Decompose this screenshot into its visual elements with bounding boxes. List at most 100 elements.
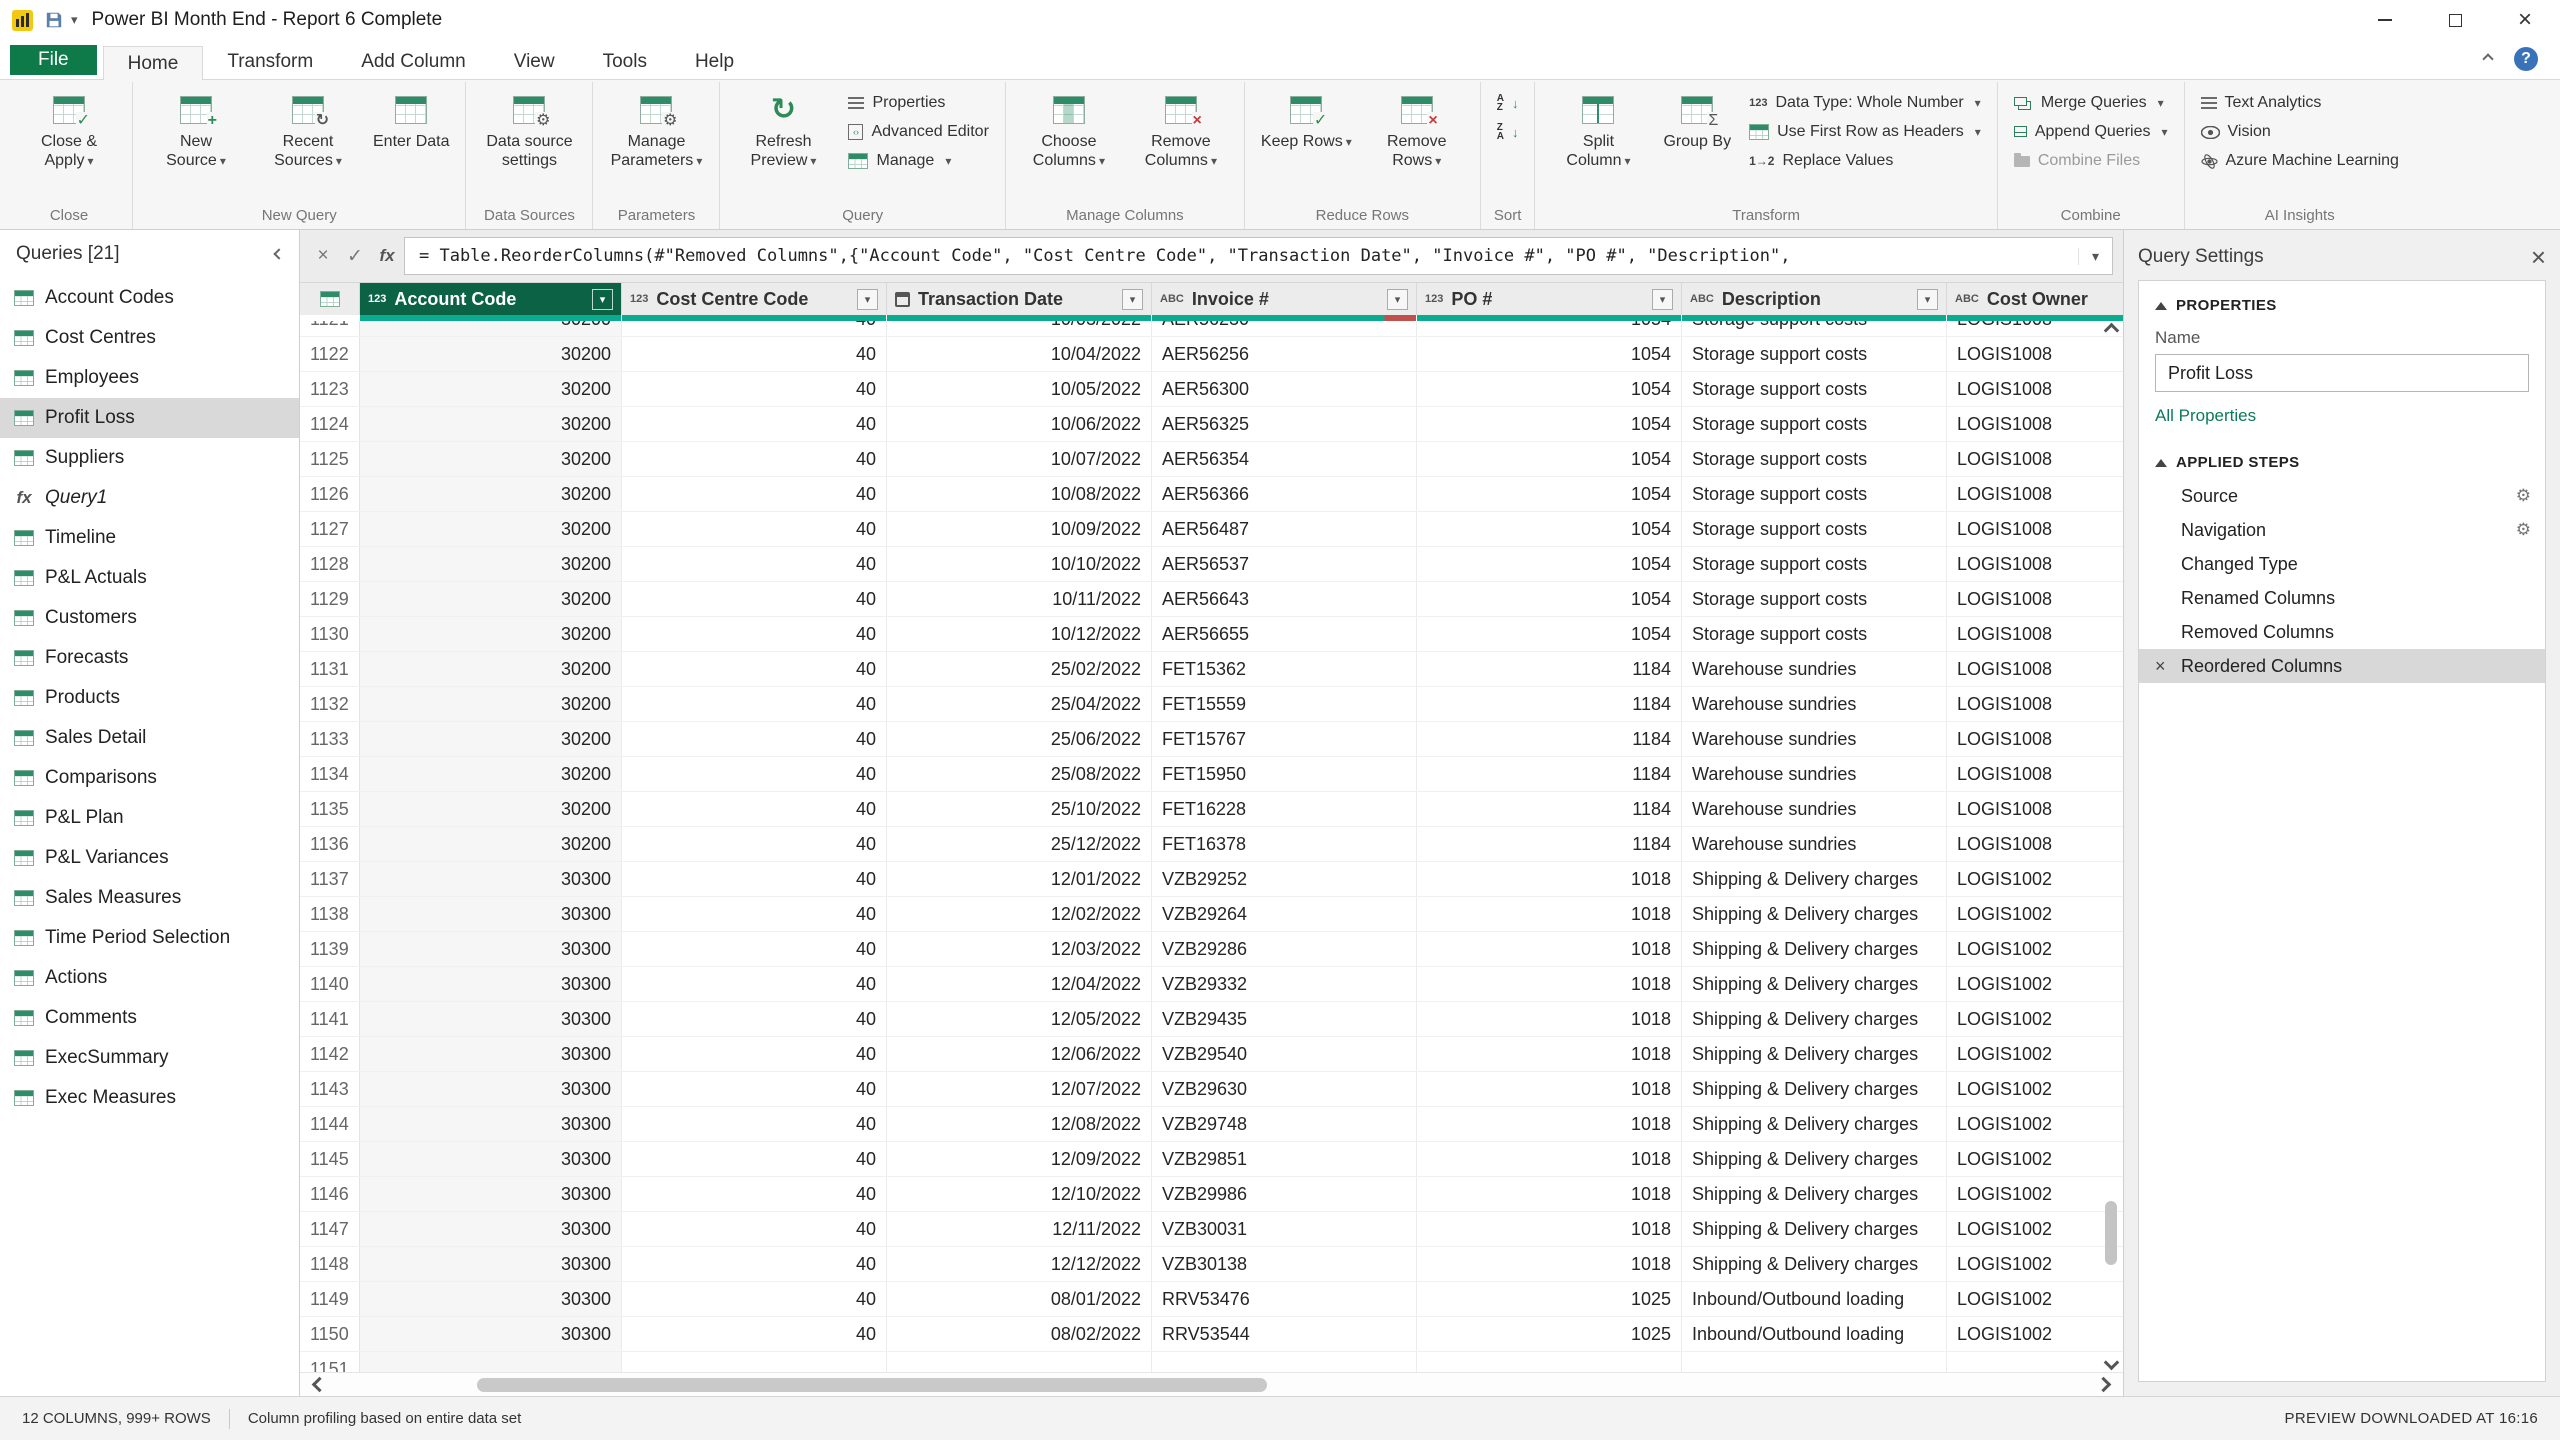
- row-number[interactable]: 1134: [300, 757, 360, 791]
- table-cell[interactable]: AER56537: [1152, 547, 1417, 581]
- ribbon-tab[interactable]: Tools: [579, 45, 671, 79]
- table-cell[interactable]: VZB30138: [1152, 1247, 1417, 1281]
- table-cell[interactable]: FET16228: [1152, 792, 1417, 826]
- filter-dropdown-icon[interactable]: ▾: [1652, 289, 1673, 310]
- table-cell[interactable]: 40: [622, 862, 887, 896]
- gear-icon[interactable]: ⚙: [2516, 486, 2531, 506]
- table-cell[interactable]: 12/05/2022: [887, 1002, 1152, 1036]
- table-cell[interactable]: Storage support costs: [1682, 407, 1947, 441]
- query-list-item[interactable]: fx Comments: [0, 998, 299, 1038]
- properties-section-header[interactable]: PROPERTIES: [2139, 297, 2545, 322]
- query-list-item[interactable]: fx P&L Actuals: [0, 558, 299, 598]
- table-cell[interactable]: AER56325: [1152, 407, 1417, 441]
- ribbon-tab[interactable]: Transform: [203, 45, 337, 79]
- table-cell[interactable]: 40: [622, 1037, 887, 1071]
- row-number[interactable]: 1132: [300, 687, 360, 721]
- choose-columns-button[interactable]: Choose Columns▾: [1014, 90, 1124, 173]
- table-cell[interactable]: Storage support costs: [1682, 477, 1947, 511]
- table-cell[interactable]: 30200: [360, 582, 622, 616]
- table-cell[interactable]: LOGIS1008: [1947, 321, 2123, 337]
- table-cell[interactable]: VZB29630: [1152, 1072, 1417, 1106]
- table-cell[interactable]: LOGIS1008: [1947, 792, 2123, 826]
- row-number[interactable]: 1146: [300, 1177, 360, 1211]
- table-cell[interactable]: VZB29264: [1152, 897, 1417, 931]
- applied-steps-section-header[interactable]: APPLIED STEPS: [2139, 448, 2545, 479]
- table-cell[interactable]: 12/01/2022: [887, 862, 1152, 896]
- row-number[interactable]: 1121: [300, 321, 360, 337]
- applied-step[interactable]: × Source ⚙: [2139, 479, 2545, 513]
- collapse-ribbon-icon[interactable]: [2482, 53, 2493, 64]
- table-cell[interactable]: Inbound/Outbound loading: [1682, 1282, 1947, 1316]
- table-cell[interactable]: [1947, 1352, 2123, 1372]
- table-cell[interactable]: 12/08/2022: [887, 1107, 1152, 1141]
- table-cell[interactable]: 40: [622, 827, 887, 861]
- row-number[interactable]: 1151: [300, 1352, 360, 1372]
- formula-commit-button[interactable]: ✓: [340, 245, 370, 268]
- ribbon-tab[interactable]: Add Column: [337, 45, 490, 79]
- table-cell[interactable]: 30300: [360, 1142, 622, 1176]
- table-cell[interactable]: AER56256: [1152, 337, 1417, 371]
- table-cell[interactable]: 1018: [1417, 1037, 1682, 1071]
- table-cell[interactable]: 40: [622, 337, 887, 371]
- table-cell[interactable]: 25/02/2022: [887, 652, 1152, 686]
- table-cell[interactable]: 40: [622, 512, 887, 546]
- table-cell[interactable]: LOGIS1002: [1947, 1177, 2123, 1211]
- new-source-button[interactable]: New Source▾: [141, 90, 251, 173]
- table-cell[interactable]: LOGIS1002: [1947, 1282, 2123, 1316]
- table-cell[interactable]: LOGIS1008: [1947, 757, 2123, 791]
- table-cell[interactable]: FET16378: [1152, 827, 1417, 861]
- table-cell[interactable]: 40: [622, 687, 887, 721]
- gear-icon[interactable]: ⚙: [2516, 520, 2531, 540]
- ribbon-tab[interactable]: View: [490, 45, 579, 79]
- table-cell[interactable]: 30300: [360, 1177, 622, 1211]
- table-cell[interactable]: 40: [622, 582, 887, 616]
- formula-cancel-button[interactable]: ×: [308, 245, 338, 267]
- data-type-button[interactable]: 123 Data Type: Whole Number▾: [1741, 92, 1989, 114]
- filter-dropdown-icon[interactable]: ▾: [1917, 289, 1938, 310]
- table-cell[interactable]: VZB30031: [1152, 1212, 1417, 1246]
- table-cell[interactable]: Warehouse sundries: [1682, 827, 1947, 861]
- applied-step[interactable]: × Reordered Columns ⚙: [2139, 649, 2545, 683]
- column-header[interactable]: 123Account Code▾: [360, 283, 622, 315]
- table-cell[interactable]: 1184: [1417, 827, 1682, 861]
- table-cell[interactable]: [887, 1352, 1152, 1372]
- table-cell[interactable]: [622, 1352, 887, 1372]
- refresh-preview-button[interactable]: ↻ Refresh Preview▾: [728, 90, 838, 173]
- table-cell[interactable]: 1025: [1417, 1317, 1682, 1351]
- table-cell[interactable]: VZB29986: [1152, 1177, 1417, 1211]
- column-header[interactable]: ABCInvoice #▾: [1152, 283, 1417, 315]
- quick-access-dropdown-icon[interactable]: ▾: [71, 12, 78, 28]
- table-cell[interactable]: 40: [622, 967, 887, 1001]
- use-first-row-button[interactable]: Use First Row as Headers▾: [1741, 121, 1989, 143]
- query-list-item[interactable]: fx Account Codes: [0, 278, 299, 318]
- table-cell[interactable]: 10/12/2022: [887, 617, 1152, 651]
- query-list-item[interactable]: fx Suppliers: [0, 438, 299, 478]
- collapse-queries-pane-icon[interactable]: [273, 248, 284, 259]
- table-cell[interactable]: Warehouse sundries: [1682, 757, 1947, 791]
- table-cell[interactable]: 40: [622, 722, 887, 756]
- ribbon-tab[interactable]: Help: [671, 45, 758, 79]
- table-cell[interactable]: 30300: [360, 862, 622, 896]
- manage-parameters-button[interactable]: Manage Parameters▾: [601, 90, 711, 173]
- table-cell[interactable]: 40: [622, 407, 887, 441]
- table-cell[interactable]: LOGIS1008: [1947, 582, 2123, 616]
- row-number[interactable]: 1147: [300, 1212, 360, 1246]
- table-cell[interactable]: 30300: [360, 1317, 622, 1351]
- column-header[interactable]: 123Cost Centre Code▾: [622, 283, 887, 315]
- formula-expand-button[interactable]: ▾: [2078, 248, 2112, 265]
- table-cell[interactable]: 1054: [1417, 372, 1682, 406]
- close-button[interactable]: ×: [2490, 0, 2560, 40]
- table-cell[interactable]: 1018: [1417, 932, 1682, 966]
- query-list-item[interactable]: fx P&L Plan: [0, 798, 299, 838]
- row-number[interactable]: 1126: [300, 477, 360, 511]
- table-cell[interactable]: LOGIS1002: [1947, 1072, 2123, 1106]
- column-header[interactable]: ABCCost Owner▾: [1947, 283, 2123, 315]
- table-cell[interactable]: LOGIS1002: [1947, 1107, 2123, 1141]
- text-analytics-button[interactable]: Text Analytics: [2193, 92, 2407, 114]
- table-cell[interactable]: AER56487: [1152, 512, 1417, 546]
- table-cell[interactable]: LOGIS1008: [1947, 477, 2123, 511]
- table-cell[interactable]: 40: [622, 792, 887, 826]
- table-cell[interactable]: 30200: [360, 372, 622, 406]
- table-cell[interactable]: 40: [622, 372, 887, 406]
- table-cell[interactable]: 25/10/2022: [887, 792, 1152, 826]
